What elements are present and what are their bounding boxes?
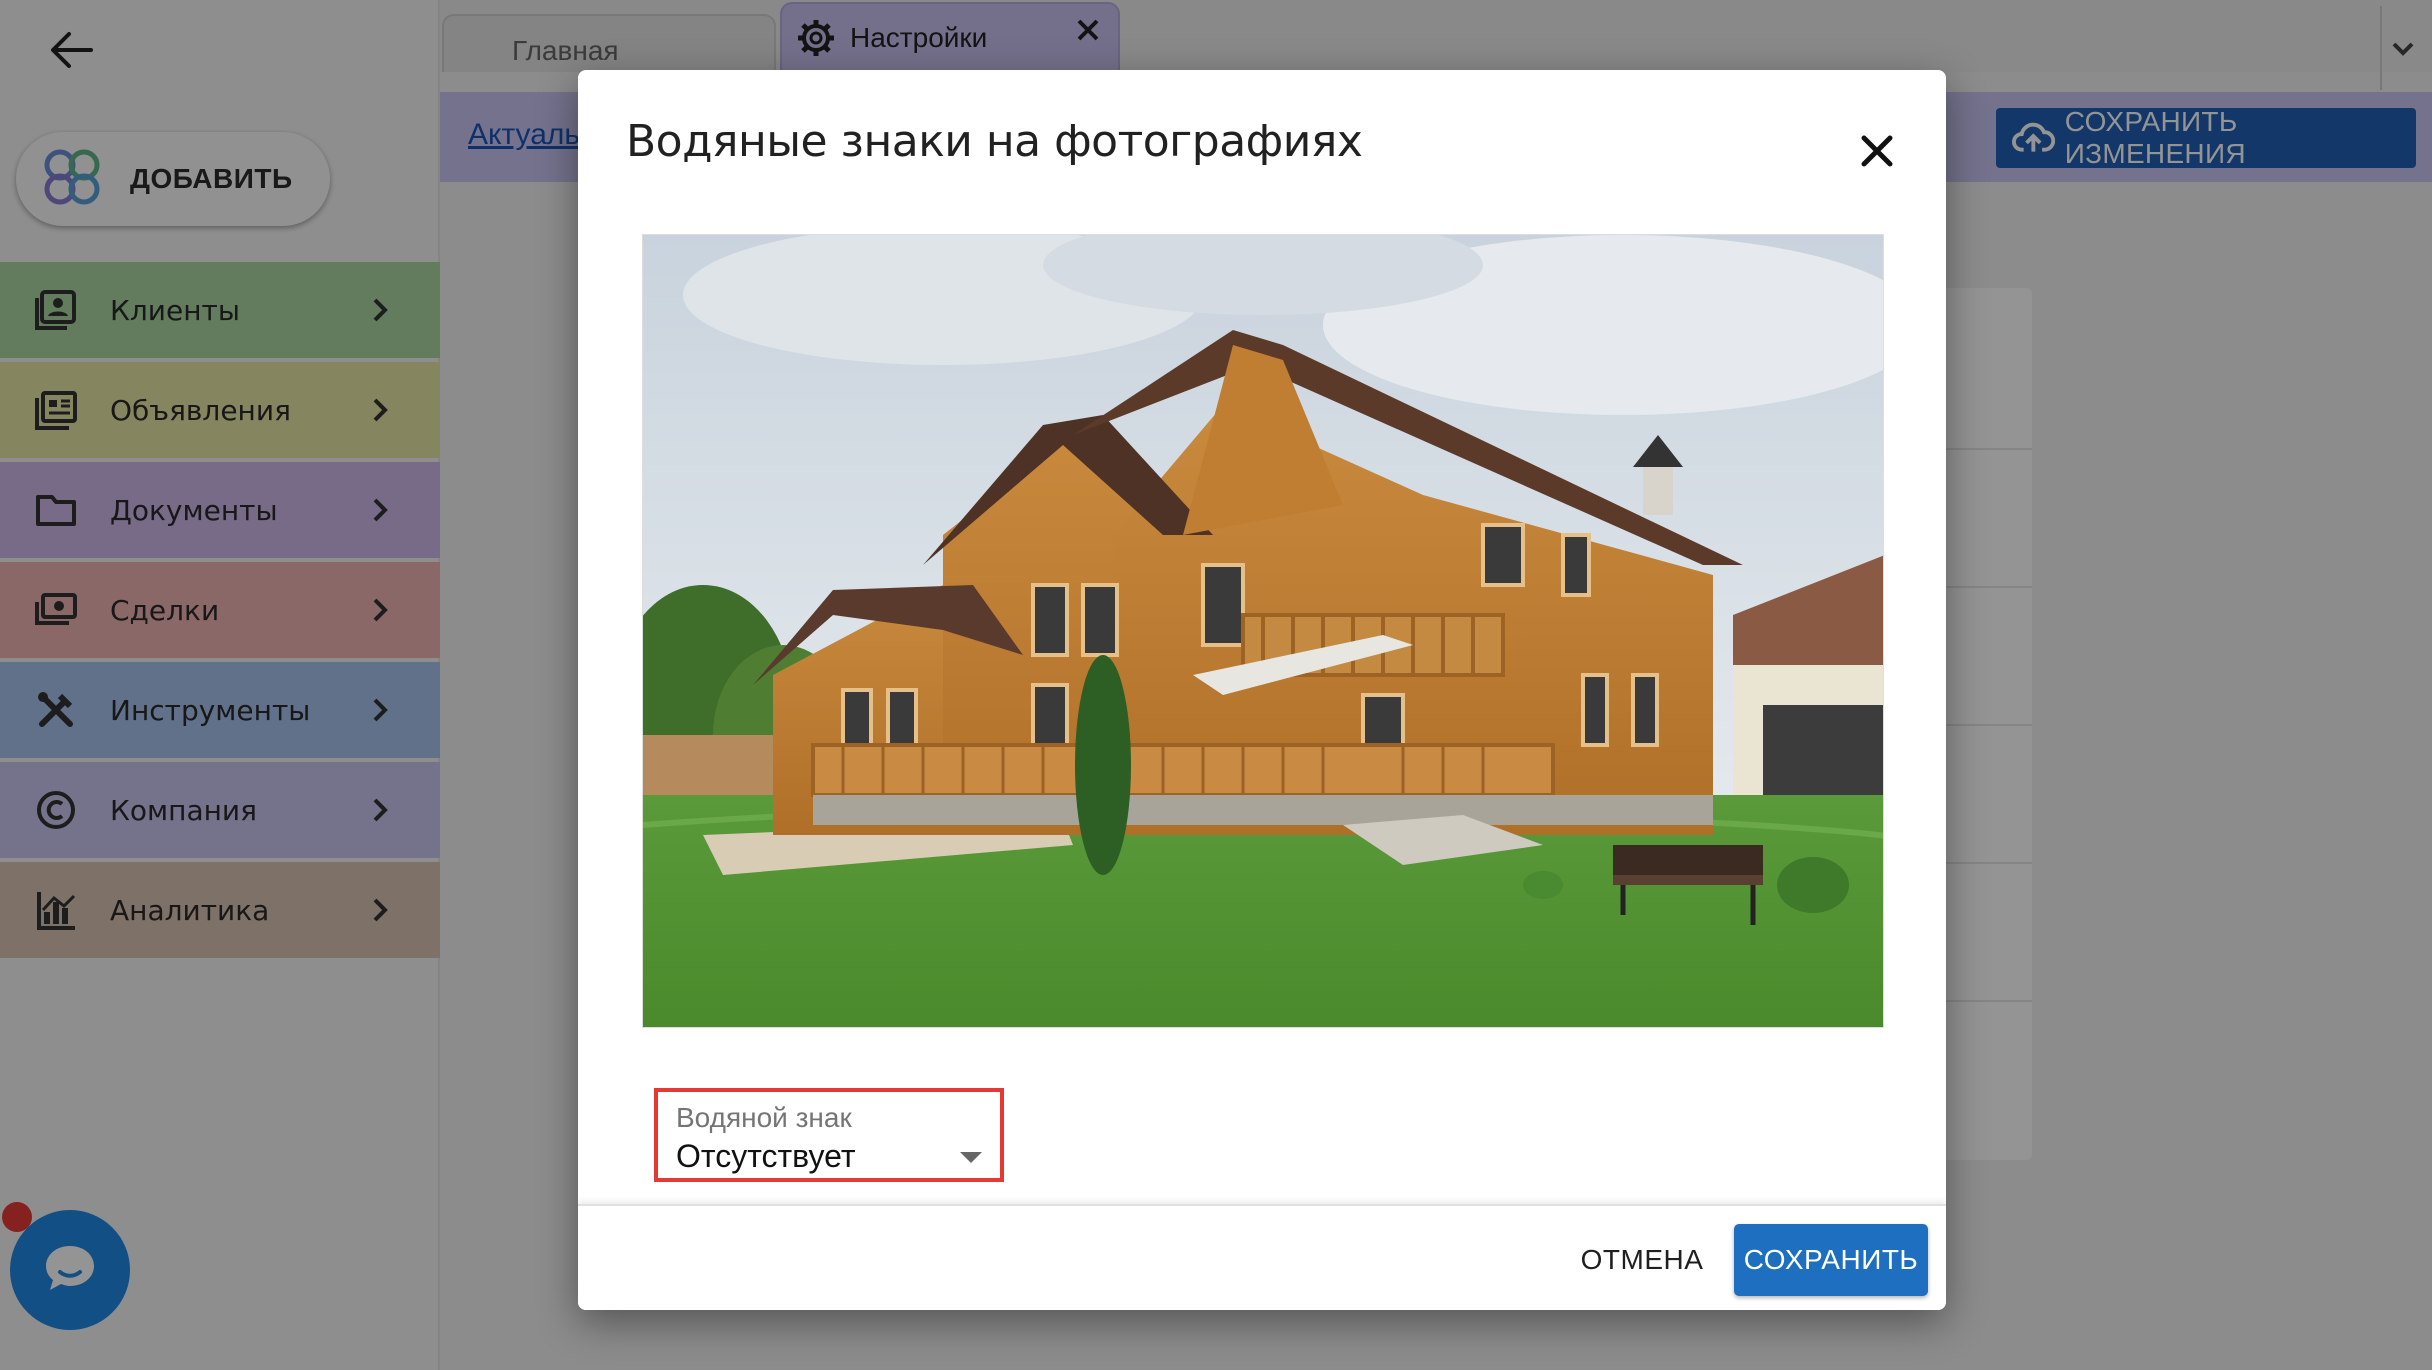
watermark-select-label: Водяной знак (676, 1102, 852, 1133)
dialog-title: Водяные знаки на фотографиях (626, 116, 1363, 167)
photo-preview (642, 234, 1884, 1028)
watermark-select[interactable]: Водяной знак Отсутствует (654, 1088, 1004, 1182)
watermark-select-value: Отсутствует (676, 1138, 856, 1174)
dropdown-arrow-icon (960, 1152, 982, 1163)
save-button[interactable]: СОХРАНИТЬ (1734, 1224, 1928, 1296)
dialog-footer: ОТМЕНА СОХРАНИТЬ (578, 1204, 1946, 1310)
close-icon[interactable] (1852, 126, 1902, 176)
cancel-button[interactable]: ОТМЕНА (1562, 1228, 1722, 1292)
house-photo (643, 235, 1883, 1027)
watermark-dialog: Водяные знаки на фотографиях Водяной зна… (578, 70, 1946, 1310)
